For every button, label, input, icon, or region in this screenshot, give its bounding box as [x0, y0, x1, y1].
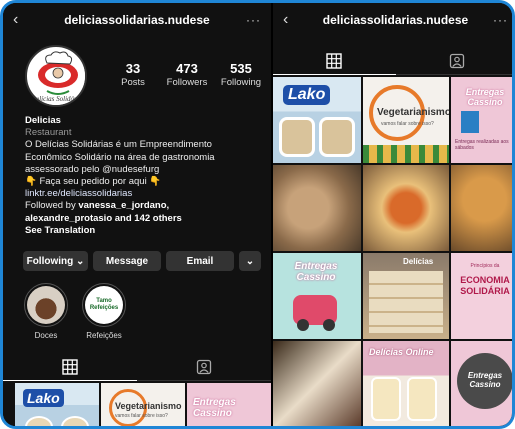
stat-posts-count: 33 — [125, 61, 141, 76]
avatar[interactable]: Delícias Solidárias — [25, 45, 87, 107]
posts-tabs — [273, 47, 512, 75]
posts-screen: ‹ deliciassolidarias.nudese ··· Lako Veg… — [273, 3, 512, 426]
highlight-label: Refeições — [86, 331, 122, 340]
highlight-doces[interactable]: Doces — [21, 283, 71, 340]
bio-line: O Delícias Solidárias é um Empreendiment… — [25, 139, 212, 151]
highlight-label: Doces — [34, 331, 58, 340]
stat-followers-count: 473 — [176, 61, 198, 76]
username-title: deliciassolidarias.nudese — [64, 13, 210, 27]
tab-tagged[interactable] — [137, 353, 271, 381]
profile-name: Delicias — [25, 115, 61, 126]
highlight-refeicoes-cover: Tamo Refeições — [82, 283, 126, 327]
more-dots-icon[interactable]: ··· — [493, 9, 508, 31]
posts-grid: Lako Vegetarianismo vamos falar sobre is… — [15, 383, 271, 426]
email-button[interactable]: Email — [166, 251, 234, 271]
post-thumbnail[interactable] — [363, 165, 449, 251]
post-thumbnail[interactable]: Lako — [273, 77, 361, 163]
post-thumbnail[interactable]: Lako — [15, 383, 99, 426]
profile-tabs — [3, 353, 271, 381]
posts-grid: Lako Vegetarianismo vamos falar sobre is… — [273, 77, 512, 426]
grid-icon — [326, 52, 342, 69]
post-thumbnail[interactable]: Entregas Cassino — [273, 253, 361, 339]
bio-mention[interactable]: assessorado pelo @nudesefurg — [25, 164, 265, 176]
following-button[interactable]: Following ⌄ — [23, 251, 88, 271]
post-thumbnail[interactable]: Vegetarianismo vamos falar sobre isso? — [101, 383, 185, 426]
post-text: Lako — [23, 389, 64, 407]
post-text: Entregas Cassino — [467, 371, 503, 389]
post-text: Delícias Online — [369, 347, 434, 357]
profile-category: Restaurant — [25, 127, 72, 139]
post-text: Entregas Cassino — [465, 87, 505, 107]
post-text: Lako — [283, 85, 331, 105]
post-text: Entregas Cassino — [193, 397, 236, 419]
post-thumbnail[interactable]: Entregas Cassino — [451, 341, 512, 426]
stat-following-count: 535 — [230, 61, 252, 76]
bio-line: Econômico Solidário na área de gastronom… — [25, 151, 215, 163]
highlight-badge: Tamo Refeições — [85, 286, 123, 324]
stat-followers-label: Followers — [166, 77, 208, 88]
profile-bio: Delicias Restaurant O Delícias Solidária… — [25, 115, 265, 237]
followed-by[interactable]: Followed by vanessa_e_jordano, — [25, 200, 265, 212]
highlight-doces-cover — [24, 283, 68, 327]
post-text: Delícias — [403, 257, 434, 266]
post-thumbnail[interactable] — [451, 165, 512, 251]
stat-posts-label: Posts — [121, 77, 145, 88]
see-translation-link[interactable]: See Translation — [25, 225, 265, 237]
followed-by-user: vanessa_e_jordano, — [78, 200, 170, 212]
tab-tagged[interactable] — [395, 47, 512, 75]
post-thumbnail[interactable]: Entregas Cassino Entregas realizadas aos… — [451, 77, 512, 163]
tagged-person-icon — [449, 53, 464, 68]
post-thumbnail[interactable]: Delícias — [363, 253, 449, 339]
followed-by-prefix: Followed by — [25, 200, 79, 212]
post-text: Vegetarianismo — [377, 107, 449, 118]
bio-link[interactable]: linktr.ee/deliciassolidarias — [25, 188, 265, 200]
post-subtext: vamos falar sobre isso? — [381, 121, 434, 127]
post-thumbnail[interactable]: Entregas Cassino — [187, 383, 271, 426]
post-text: Entregas Cassino — [294, 261, 338, 283]
chef-logo-icon: Delícias Solidárias — [29, 49, 85, 105]
message-button[interactable]: Message — [93, 251, 161, 271]
tagged-person-icon — [196, 359, 212, 374]
tab-posts-grid[interactable] — [3, 353, 137, 381]
post-thumbnail[interactable]: Delícias Online — [363, 341, 449, 426]
screenshot-frame: ‹ deliciassolidarias.nudese ··· Delícias… — [0, 0, 515, 429]
profile-actions: Following ⌄ Message Email ⌄ — [23, 251, 267, 271]
suggested-dropdown-button[interactable]: ⌄ — [239, 251, 261, 271]
profile-header: ‹ deliciassolidarias.nudese ··· — [3, 9, 271, 31]
post-subtext: vamos falar sobre isso? — [115, 413, 168, 419]
stat-following[interactable]: 535 Following — [215, 61, 267, 88]
grid-icon — [62, 358, 78, 375]
profile-screen: ‹ deliciassolidarias.nudese ··· Delícias… — [3, 3, 271, 426]
bio-line: 👇 Faça seu pedido por aqui 👇 — [25, 176, 162, 188]
post-subtext: ECONOMIA SOLIDÁRIA — [460, 275, 510, 296]
svg-text:Delícias Solidárias: Delícias Solidárias — [30, 95, 85, 103]
post-thumbnail[interactable]: Princípios da ECONOMIA SOLIDÁRIA — [451, 253, 512, 339]
post-thumbnail[interactable] — [273, 341, 361, 426]
more-dots-icon[interactable]: ··· — [246, 9, 261, 31]
post-text: Princípios da — [470, 263, 500, 269]
tab-posts-grid[interactable] — [273, 47, 396, 75]
stat-posts[interactable]: 33 Posts — [107, 61, 159, 88]
profile-stats: 33 Posts 473 Followers 535 Following — [107, 61, 267, 88]
stat-followers[interactable]: 473 Followers — [161, 61, 213, 88]
post-thumbnail[interactable] — [273, 165, 361, 251]
post-thumbnail[interactable]: Vegetarianismo vamos falar sobre isso? — [363, 77, 449, 163]
post-text: Vegetarianismo — [115, 401, 182, 411]
highlight-refeicoes[interactable]: Tamo Refeições Refeições — [79, 283, 129, 340]
followed-by-others[interactable]: alexandre_protasio and 142 others — [25, 213, 265, 225]
username-title: deliciassolidarias.nudese — [322, 13, 469, 27]
posts-header: ‹ deliciassolidarias.nudese ··· — [273, 9, 512, 31]
stat-following-label: Following — [220, 77, 262, 88]
post-subtext: Entregas realizadas aos sábados — [455, 139, 509, 151]
